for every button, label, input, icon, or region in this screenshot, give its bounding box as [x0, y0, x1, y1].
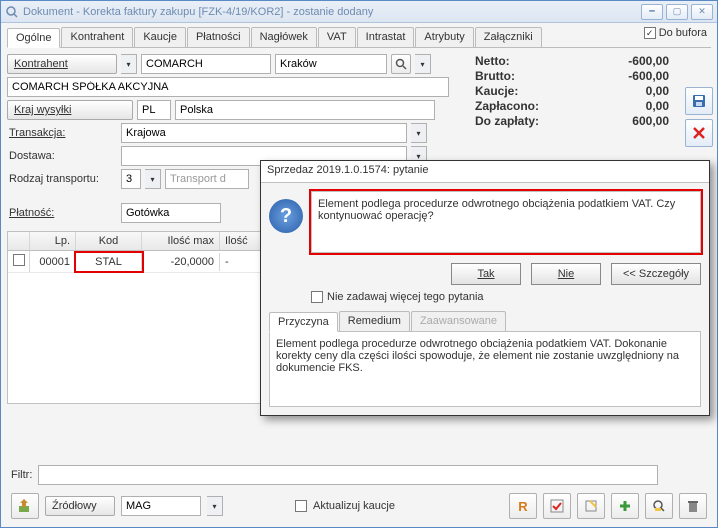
no-ask-label: Nie zadawaj więcej tego pytania [327, 291, 484, 303]
question-icon: ? [269, 199, 303, 233]
rodzaj-desc-input [165, 169, 249, 189]
row-iloscmax: -20,0000 [142, 253, 220, 271]
iloscmax-header: Ilość max [142, 232, 220, 250]
edit-check-icon-button[interactable] [577, 493, 605, 519]
no-ask-checkbox[interactable] [311, 291, 323, 303]
lens-icon-button[interactable] [645, 493, 673, 519]
netto-label: Netto: [475, 54, 510, 68]
tab-intrastat[interactable]: Intrastat [357, 27, 415, 47]
tab-kontrahent[interactable]: Kontrahent [61, 27, 133, 47]
aktualizuj-label: Aktualizuj kaucje [313, 500, 395, 512]
kontrahent-button[interactable]: Kontrahent [7, 54, 117, 74]
lp-header: Lp. [30, 232, 76, 250]
tak-button[interactable]: Tak [451, 263, 521, 285]
dostawa-label: Dostawa: [7, 150, 117, 162]
platnosc-select[interactable] [121, 203, 221, 223]
do-bufora-checkbox[interactable]: ✓Do bufora [644, 27, 707, 39]
register-icon-button[interactable]: R [509, 493, 537, 519]
dialog-title: Sprzedaz 2019.1.0.1574: pytanie [261, 161, 709, 183]
titlebar: Dokument - Korekta faktury zakupu [FZK-4… [1, 1, 717, 23]
window-title: Dokument - Korekta faktury zakupu [FZK-4… [23, 6, 641, 18]
dozaplaty-label: Do zapłaty: [475, 114, 539, 128]
nie-button[interactable]: Nie [531, 263, 601, 285]
add-icon-button[interactable] [611, 493, 639, 519]
trash-icon-button[interactable] [679, 493, 707, 519]
rodzaj-label: Rodzaj transportu: [7, 173, 117, 185]
chevron-down-icon[interactable]: ▾ [207, 496, 223, 516]
tab-ogolne[interactable]: Ogólne [7, 28, 60, 48]
dialog-message: Element podlega procedurze odwrotnego ob… [311, 191, 701, 253]
main-tabs: Ogólne Kontrahent Kaucje Płatności Nagłó… [7, 27, 711, 48]
kod-header: Kod [76, 232, 142, 250]
kontrahent-city-input[interactable] [275, 54, 387, 74]
row-lp: 00001 [30, 253, 76, 271]
kaucje-label: Kaucje: [475, 84, 518, 98]
minimize-button[interactable]: ━ [641, 4, 663, 20]
tab-naglowek[interactable]: Nagłówek [251, 27, 317, 47]
rodzaj-value-input[interactable] [121, 169, 141, 189]
netto-value: -600,00 [599, 54, 669, 68]
tab-zalaczniki[interactable]: Załączniki [475, 27, 542, 47]
chevron-down-icon[interactable]: ▾ [411, 123, 427, 143]
zrodlowy-select[interactable] [121, 496, 201, 516]
brutto-label: Brutto: [475, 69, 515, 83]
check-icon-button[interactable] [543, 493, 571, 519]
detail-text: Element podlega procedurze odwrotnego ob… [269, 331, 701, 407]
save-icon-button[interactable] [685, 87, 713, 115]
subtab-przyczyna[interactable]: Przyczyna [269, 312, 338, 332]
filtr-input[interactable] [38, 465, 658, 485]
search-dropdown-icon[interactable]: ▾ [415, 54, 431, 74]
kraj-code-input[interactable] [137, 100, 171, 120]
subtab-zaawansowane: Zaawansowane [411, 311, 506, 331]
zaplacono-value: 0,00 [599, 99, 669, 113]
search-icon[interactable] [391, 54, 411, 74]
transakcja-label: Transakcja: [7, 127, 117, 139]
zaplacono-label: Zapłacono: [475, 99, 539, 113]
row-checkbox[interactable] [13, 254, 25, 266]
cancel-icon-button[interactable] [685, 119, 713, 147]
platnosc-label: Płatność: [7, 207, 117, 219]
tab-atrybuty[interactable]: Atrybuty [415, 27, 473, 47]
subtab-remedium[interactable]: Remedium [339, 311, 410, 331]
kontrahent-code-input[interactable] [141, 54, 271, 74]
kraj-wysylki-button[interactable]: Kraj wysyłki [7, 100, 133, 120]
row-kod: STAL [76, 253, 142, 271]
tab-vat[interactable]: VAT [318, 27, 356, 47]
kontrahent-full-input[interactable] [7, 77, 449, 97]
maximize-button[interactable]: ▢ [666, 4, 688, 20]
brutto-value: -600,00 [599, 69, 669, 83]
document-icon [5, 5, 19, 19]
checkbox-header [8, 232, 30, 250]
dozaplaty-value: 600,00 [599, 114, 669, 128]
question-dialog: Sprzedaz 2019.1.0.1574: pytanie ? Elemen… [260, 160, 710, 416]
chevron-down-icon[interactable]: ▾ [145, 169, 161, 189]
kraj-name-input[interactable] [175, 100, 435, 120]
kaucje-value: 0,00 [599, 84, 669, 98]
aktualizuj-checkbox[interactable] [295, 500, 307, 512]
zrodlowy-button[interactable]: Źródłowy [45, 496, 115, 516]
filtr-label: Filtr: [11, 469, 32, 481]
tab-kaucje[interactable]: Kaucje [134, 27, 186, 47]
close-button[interactable]: ✕ [691, 4, 713, 20]
szczegoly-button[interactable]: << Szczegóły [611, 263, 701, 285]
tab-platnosci[interactable]: Płatności [187, 27, 250, 47]
transakcja-select[interactable] [121, 123, 407, 143]
kontrahent-dropdown-icon[interactable]: ▾ [121, 54, 137, 74]
export-icon-button[interactable] [11, 493, 39, 519]
